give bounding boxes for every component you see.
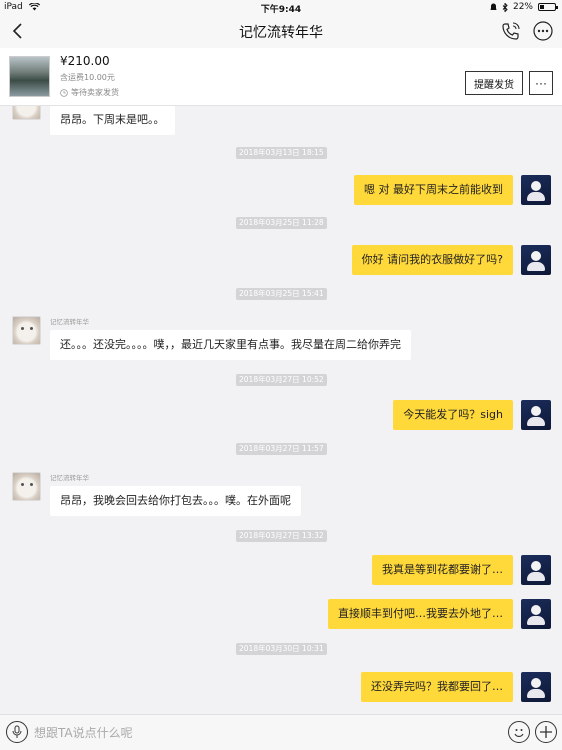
chat-area[interactable]: 昂昂。下周末是吧。。 2018年03月13日 18:15 嗯 对 最好下周末之前能收… [0,106,562,714]
my-avatar[interactable] [521,400,551,430]
battery-percent: 22% [512,2,533,12]
sender-name: 记忆流转年华 [50,318,89,326]
timestamp: 2018年03月13日 18:15 [236,147,327,159]
message-bubble-outgoing[interactable]: 还没弄完吗？我都要回了… [361,672,513,702]
nav-bar: 记忆流转年华 [0,14,562,48]
contact-avatar[interactable] [12,316,41,345]
contact-avatar[interactable] [12,472,41,501]
order-status: 等待卖家发货 [60,87,119,98]
timestamp: 2018年03月25日 11:28 [236,217,327,229]
timestamp: 2018年03月30日 10:31 [236,643,327,655]
input-bar [0,714,562,750]
message-input[interactable] [34,720,494,746]
add-attachment-button[interactable] [535,721,557,743]
my-avatar[interactable] [521,599,551,629]
emoji-button[interactable] [508,721,530,743]
message-bubble-outgoing[interactable]: 我真是等到花都要谢了… [372,555,513,585]
remind-shipping-button[interactable]: 提醒发货 [465,71,523,95]
timestamp: 2018年03月27日 10:52 [236,374,327,386]
phone-call-icon[interactable] [500,20,522,42]
more-options-icon[interactable] [532,20,554,42]
product-price: ¥210.00 [60,54,110,68]
more-actions-button[interactable]: ··· [529,71,553,95]
message-bubble-incoming[interactable]: 昂昂。下周末是吧。。 [50,106,175,135]
battery-fill [540,5,544,9]
timestamp: 2018年03月27日 11:57 [236,443,327,455]
chat-title: 记忆流转年华 [239,25,323,41]
message-bubble-outgoing[interactable]: 今天能发了吗？sigh [393,400,513,430]
product-card[interactable]: ¥210.00 含运费10.00元 等待卖家发货 提醒发货 ··· [0,48,562,106]
message-bubble-incoming[interactable]: 还。。。还没完。。。。噗，，最近几天家里有点事。我尽量在周二给你弄完 [50,330,411,360]
my-avatar[interactable] [521,672,551,702]
status-bar: iPad 下午9:44 22% [0,0,562,15]
message-bubble-outgoing[interactable]: 直接顺丰到付吧…我要去外地了… [328,599,513,629]
smiley-icon [514,729,524,737]
microphone-icon [12,725,22,738]
contact-avatar[interactable] [12,106,41,120]
shipping-fee: 含运费10.00元 [60,73,115,82]
message-bubble-outgoing[interactable]: 你好 请问我的衣服做好了吗? [351,245,513,275]
battery-icon [538,3,558,11]
timestamp: 2018年03月25日 15:41 [236,288,327,300]
message-bubble-outgoing[interactable]: 嗯 对 最好下周末之前能收到 [354,175,513,205]
bluetooth-icon [502,2,508,12]
product-thumbnail[interactable] [9,56,50,97]
sender-name: 记忆流转年华 [50,474,89,482]
plus-icon [540,726,552,738]
timestamp: 2018年03月27日 13:32 [236,530,327,542]
my-avatar[interactable] [521,175,551,205]
message-bubble-incoming[interactable]: 昂昂，我晚会回去给你打包去。。。噗。在外面呢 [50,486,301,516]
my-avatar[interactable] [521,245,551,275]
order-status-text: 等待卖家发货 [71,88,119,97]
clock-icon [60,88,68,97]
alarm-icon [490,3,497,10]
voice-button[interactable] [6,721,28,743]
my-avatar[interactable] [521,555,551,585]
